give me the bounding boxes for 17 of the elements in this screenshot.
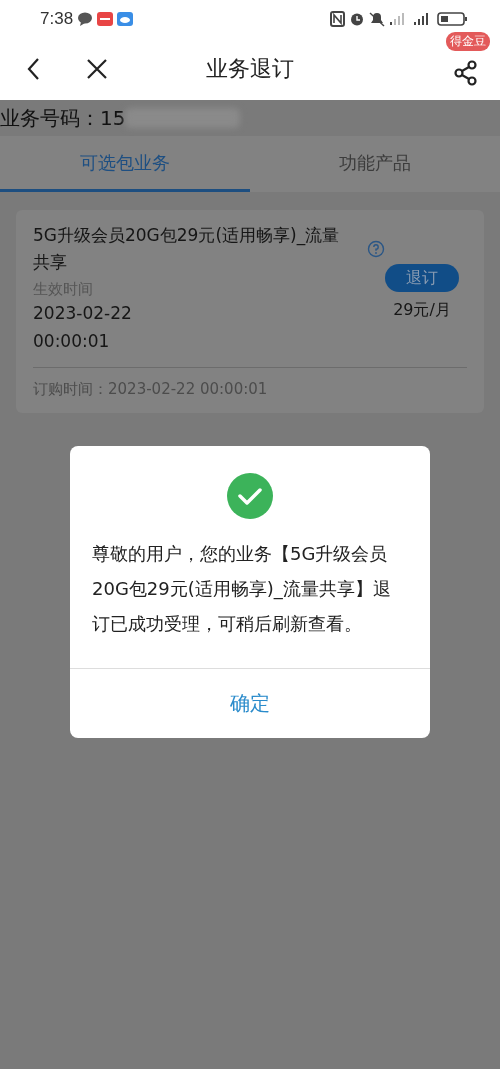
- close-icon[interactable]: [86, 58, 108, 80]
- share-icon[interactable]: [454, 60, 478, 86]
- service-number: 业务号码：15: [0, 104, 126, 132]
- tab[interactable]: 可选包业务: [0, 136, 250, 192]
- package-price: 29元/月: [393, 300, 451, 321]
- tab[interactable]: 功能产品: [250, 136, 500, 192]
- effective-time: 00:00:01: [33, 330, 111, 353]
- effective-date: 2023-02-22: [33, 302, 133, 325]
- back-icon[interactable]: [26, 57, 42, 81]
- unsubscribe-button[interactable]: 退订: [385, 264, 459, 292]
- package-name: 5G升级会员20G包29元(适用畅享)_流量共享: [33, 224, 341, 274]
- success-check-icon: [227, 473, 273, 519]
- confirm-button[interactable]: 确定: [70, 668, 430, 738]
- reward-badge: 得金豆: [446, 32, 490, 51]
- page-title: 业务退订: [205, 55, 295, 83]
- status-time: 7:38: [40, 9, 74, 29]
- dialog-message: 尊敬的用户，您的业务【5G升级会员20G包29元(适用畅享)_流量共享】退订已成功受理，可稍后刷新查看。: [91, 542, 392, 636]
